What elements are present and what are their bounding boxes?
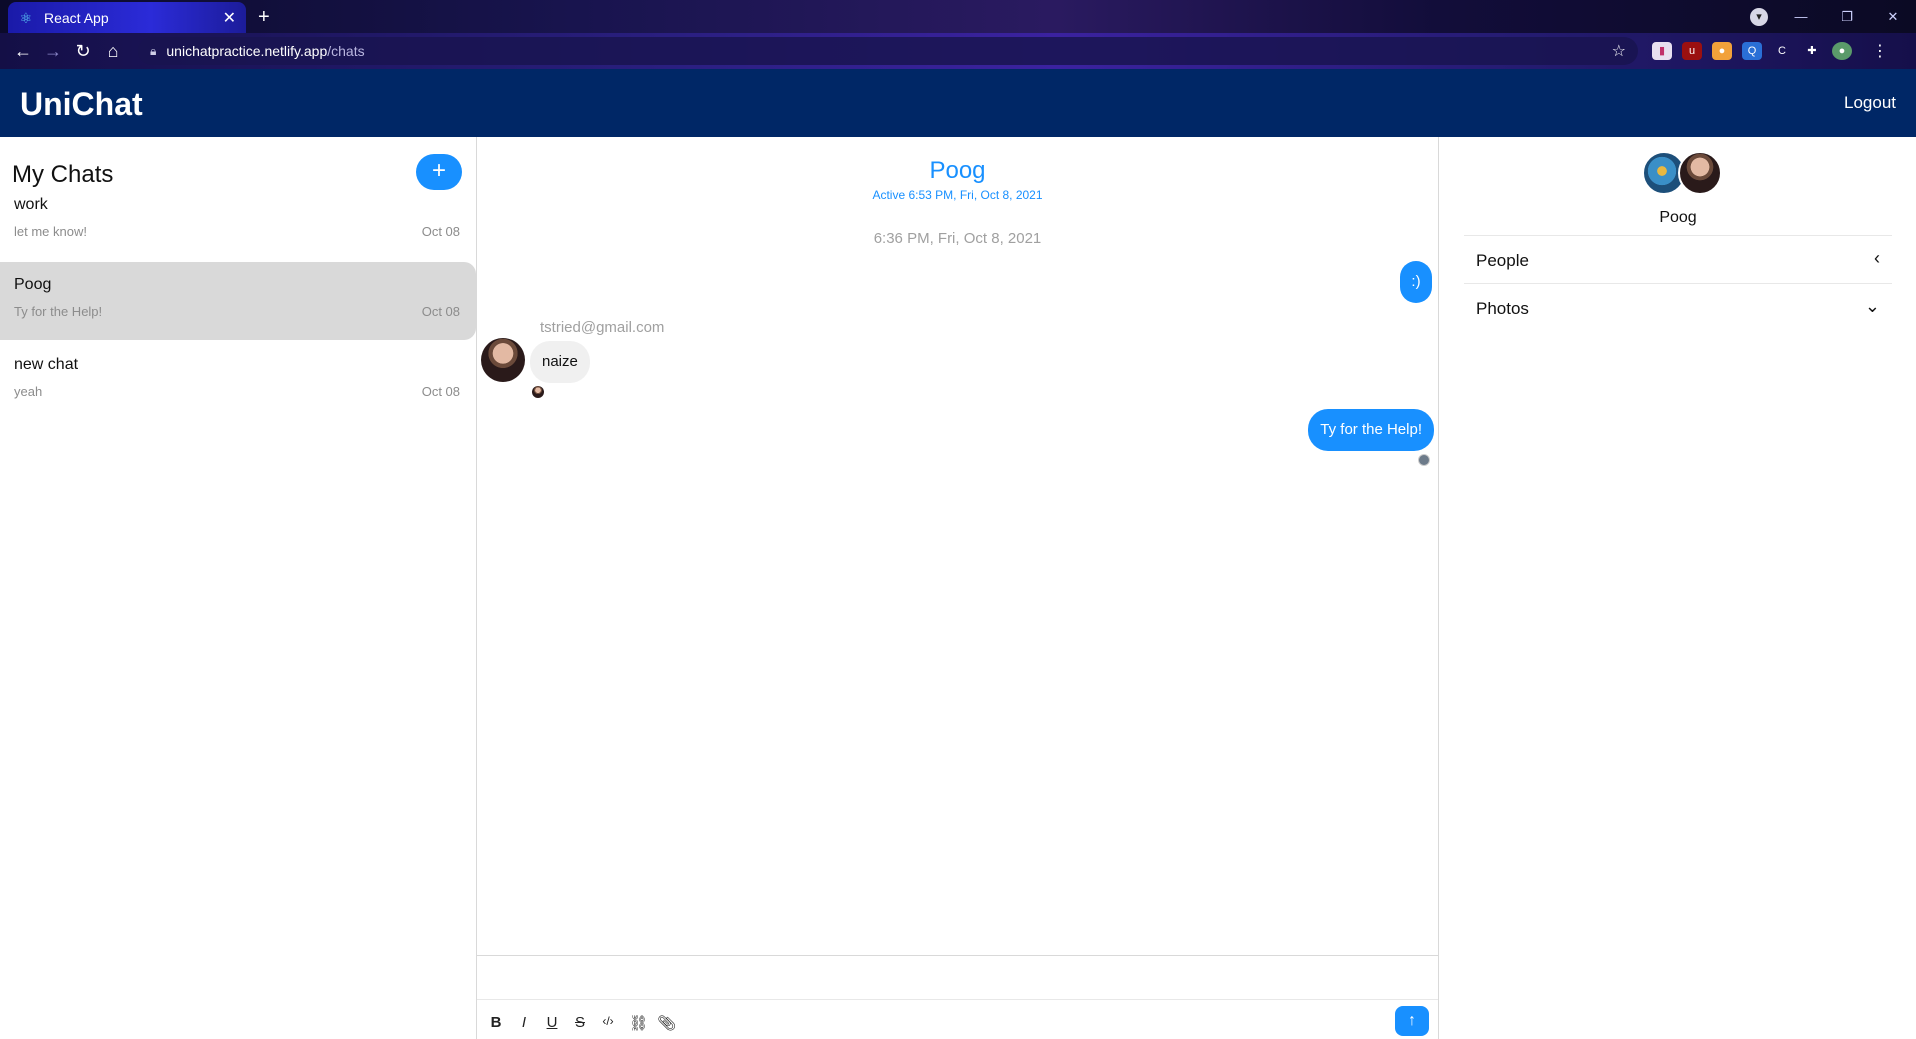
send-button[interactable]: ↑ bbox=[1395, 1006, 1429, 1036]
browser-toolbar: ← → ↻ ⌂ 🔒︎ unichatpractice.netlify.app/c… bbox=[0, 33, 1916, 69]
section-label: Photos bbox=[1476, 299, 1529, 318]
window-close-icon[interactable]: ✕ bbox=[1870, 9, 1916, 25]
tab-title: React App bbox=[44, 9, 109, 26]
logout-button[interactable]: Logout bbox=[1844, 93, 1896, 113]
chat-avatars bbox=[1642, 151, 1732, 197]
menu-dots-icon[interactable]: ⋮ bbox=[1872, 41, 1888, 61]
new-tab-icon[interactable]: + bbox=[258, 6, 270, 29]
lock-icon: 🔒︎ bbox=[150, 43, 157, 58]
bold-icon[interactable]: B bbox=[489, 1014, 503, 1032]
message-bubble-mine: :) bbox=[1400, 261, 1432, 303]
settings-chat-name: Poog bbox=[1659, 209, 1697, 226]
message-bubble-theirs: naize bbox=[530, 341, 590, 383]
chat-card[interactable]: work let me know! Oct 08 bbox=[0, 182, 476, 260]
extension-icon[interactable]: ▮ bbox=[1652, 42, 1672, 60]
chat-card-active[interactable]: Poog Ty for the Help! Oct 08 bbox=[0, 262, 476, 340]
forward-icon[interactable]: → bbox=[38, 41, 68, 62]
extension-icon[interactable]: ● bbox=[1712, 42, 1732, 60]
bookmark-star-icon[interactable]: ☆ bbox=[1612, 41, 1626, 61]
chat-date: Oct 08 bbox=[421, 224, 460, 239]
extension-icon[interactable]: C bbox=[1772, 42, 1792, 60]
home-icon[interactable]: ⌂ bbox=[98, 41, 128, 62]
code-icon[interactable]: ‹/› bbox=[601, 1014, 615, 1032]
link-icon[interactable]: ⛓ bbox=[629, 1014, 648, 1032]
chat-name: new chat bbox=[14, 356, 79, 373]
feed-subtitle: Active 6:53 PM, Fri, Oct 8, 2021 bbox=[872, 188, 1043, 202]
app-title: UniChat bbox=[20, 86, 143, 122]
extensions: ▮ u ● Q C ✚ ● ⋮ bbox=[1652, 41, 1888, 61]
ublock-icon[interactable]: u bbox=[1682, 42, 1702, 60]
chat-list: My Chats + work let me know! Oct 08 Poog… bbox=[0, 137, 477, 1039]
message-input[interactable] bbox=[477, 956, 1438, 1000]
strikethrough-icon[interactable]: S bbox=[573, 1014, 587, 1032]
close-icon[interactable]: ✕ bbox=[223, 8, 236, 28]
format-toolbar: B I U S ‹/› ⛓ 📎︎ bbox=[489, 1014, 676, 1032]
chevron-down-icon[interactable]: ▾ bbox=[1750, 8, 1768, 26]
address-bar[interactable]: 🔒︎ unichatpractice.netlify.app/chats ☆ bbox=[138, 37, 1638, 65]
profile-avatar[interactable]: ● bbox=[1832, 42, 1852, 60]
italic-icon[interactable]: I bbox=[517, 1014, 531, 1032]
chat-preview: Ty for the Help! bbox=[14, 304, 103, 319]
puzzle-icon[interactable]: ✚ bbox=[1802, 42, 1822, 60]
attachment-icon[interactable]: 📎︎ bbox=[657, 1014, 676, 1032]
underline-icon[interactable]: U bbox=[545, 1014, 559, 1032]
settings-people[interactable]: People ‹ bbox=[1464, 235, 1892, 283]
chat-settings: Poog People ‹ Photos ⌄ bbox=[1440, 137, 1916, 1039]
read-receipt-avatar bbox=[1418, 454, 1430, 466]
sender-email: tstried@gmail.com bbox=[540, 319, 665, 336]
chat-preview: let me know! bbox=[14, 224, 87, 239]
url-host: unichatpractice.netlify.app bbox=[166, 43, 328, 59]
window-controls: — ❐ ✕ bbox=[1778, 0, 1916, 33]
chat-date: Oct 08 bbox=[421, 304, 460, 319]
extension-icon[interactable]: Q bbox=[1742, 42, 1762, 60]
settings-photos[interactable]: Photos ⌄ bbox=[1464, 283, 1892, 331]
feed-timestamp: 6:36 PM, Fri, Oct 8, 2021 bbox=[873, 230, 1042, 247]
avatar bbox=[1678, 151, 1722, 195]
avatar bbox=[481, 338, 525, 382]
restore-icon[interactable]: ❐ bbox=[1824, 9, 1870, 25]
back-icon[interactable]: ← bbox=[8, 41, 38, 62]
url-path: /chats bbox=[327, 43, 365, 59]
message-composer: B I U S ‹/› ⛓ 📎︎ ↑ bbox=[477, 955, 1439, 1039]
chat-card[interactable]: new chat yeah Oct 08 bbox=[0, 342, 476, 420]
chat-date: Oct 08 bbox=[421, 384, 460, 399]
chat-name: work bbox=[14, 196, 48, 213]
browser-tab[interactable]: ⚛ React App ✕ bbox=[8, 2, 246, 33]
react-icon: ⚛ bbox=[19, 9, 33, 26]
browser-tab-strip: ⚛ React App ✕ + ▾ — ❐ ✕ bbox=[0, 0, 1916, 33]
section-label: People bbox=[1476, 251, 1529, 270]
read-receipt-avatar bbox=[532, 386, 544, 398]
reload-icon[interactable]: ↻ bbox=[68, 41, 98, 62]
chat-name: Poog bbox=[14, 276, 52, 293]
chevron-left-icon: ‹ bbox=[1874, 248, 1880, 268]
message-bubble-mine: Ty for the Help! bbox=[1308, 409, 1434, 451]
chevron-down-icon: ⌄ bbox=[1864, 296, 1880, 316]
minimize-icon[interactable]: — bbox=[1778, 9, 1824, 24]
app-header: UniChat Logout bbox=[0, 69, 1916, 137]
chat-preview: yeah bbox=[14, 384, 43, 399]
chat-feed: Poog Active 6:53 PM, Fri, Oct 8, 2021 6:… bbox=[477, 137, 1439, 1039]
feed-title: Poog bbox=[929, 157, 986, 184]
